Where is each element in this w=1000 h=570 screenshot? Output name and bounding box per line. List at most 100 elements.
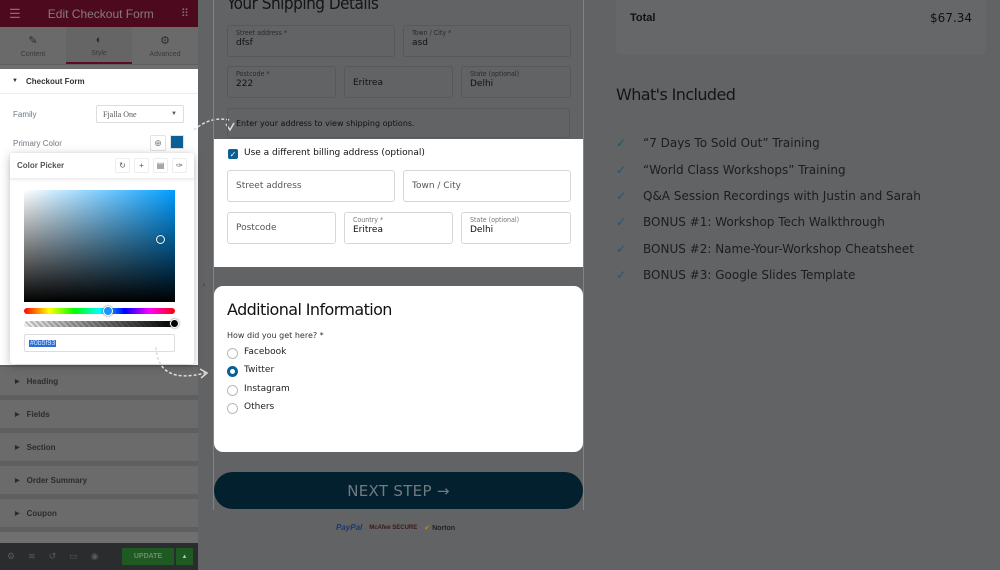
- color-swatch[interactable]: [170, 135, 184, 149]
- radio-facebook[interactable]: [227, 348, 238, 359]
- dashed-arrow-bottom: [155, 346, 209, 379]
- update-button[interactable]: UPDATE: [122, 548, 174, 565]
- radio-label[interactable]: Instagram: [244, 384, 290, 394]
- shipping-postcode-field[interactable]: Postcode * 222: [227, 66, 336, 98]
- caret-down-icon: ▼: [12, 78, 18, 84]
- item-text: BONUS #1: Workshop Tech Walkthrough: [643, 215, 885, 230]
- eyedropper-icon[interactable]: ✑: [172, 158, 187, 173]
- field-label: State (optional): [470, 216, 520, 224]
- shipping-state-field[interactable]: State (optional) Delhi: [461, 66, 571, 98]
- section-header-checkout-form[interactable]: ▼ Checkout Form: [0, 69, 198, 94]
- additional-question: How did you get here? *: [227, 331, 324, 340]
- alpha-handle[interactable]: [170, 319, 179, 328]
- family-row: Family Fjalla One ▼: [13, 105, 184, 123]
- item-text: Q&A Session Recordings with Justin and S…: [643, 188, 921, 203]
- radio-label[interactable]: Others: [244, 402, 274, 412]
- field-value: dfsf: [236, 38, 253, 48]
- hue-slider[interactable]: [24, 308, 175, 314]
- mcafee-badge: McAfee SECURE: [369, 524, 418, 531]
- field-value: Delhi: [470, 225, 494, 235]
- item-text: “7 Days To Sold Out” Training: [643, 136, 820, 151]
- color-picker-header: Color Picker ↻ + ▤ ✑: [10, 153, 194, 179]
- section-fields[interactable]: ▶ Fields: [0, 400, 198, 428]
- gear-icon: ⚙: [160, 34, 170, 47]
- family-label: Family: [13, 109, 37, 119]
- shipping-country-select[interactable]: Eritrea: [344, 66, 453, 98]
- chevron-down-icon: ▼: [171, 111, 177, 117]
- trust-badges: PayPal McAfee SECURE ✔ Norton: [336, 523, 455, 532]
- section-label: Order Summary: [26, 475, 88, 485]
- norton-label: Norton: [432, 524, 456, 532]
- field-label: Town / City *: [412, 29, 452, 37]
- billing-checkbox-label[interactable]: Use a different billing address (optiona…: [244, 148, 425, 158]
- primary-color-row: Primary Color ⊕: [13, 135, 184, 151]
- delete-icon[interactable]: ▤: [153, 158, 168, 173]
- caret-right-icon: ▶: [15, 444, 20, 451]
- shipping-street-field[interactable]: Street address * dfsf: [227, 25, 395, 57]
- preview-icon[interactable]: ◉: [91, 551, 99, 562]
- family-select[interactable]: Fjalla One ▼: [96, 105, 184, 123]
- section-order-summary[interactable]: ▶ Order Summary: [0, 466, 198, 494]
- list-item: ✓ “World Class Workshops” Training: [616, 156, 921, 182]
- billing-checkbox[interactable]: ✓: [228, 149, 238, 159]
- hue-handle[interactable]: [103, 306, 113, 316]
- editor-tabs: ✎ Content ◐ Style ⚙ Advanced: [0, 27, 198, 65]
- tab-style-label: Style: [91, 50, 107, 57]
- alpha-slider[interactable]: [24, 321, 175, 327]
- norton-check-icon: ✔: [424, 524, 431, 532]
- billing-street-input[interactable]: Street address: [227, 170, 395, 202]
- norton-badge: ✔ Norton: [424, 524, 455, 532]
- history-icon[interactable]: ↺: [49, 551, 57, 562]
- saturation-area[interactable]: [24, 190, 175, 302]
- panel-collapse-handle[interactable]: ‹: [199, 276, 209, 292]
- color-picker-title: Color Picker: [17, 161, 65, 170]
- list-item: ✓ BONUS #3: Google Slides Template: [616, 262, 921, 288]
- section-coupon[interactable]: ▶ Coupon: [0, 499, 198, 527]
- layers-icon[interactable]: ≋: [28, 551, 36, 562]
- radio-label[interactable]: Facebook: [244, 347, 286, 357]
- billing-country-select[interactable]: Country * Eritrea: [344, 212, 453, 244]
- family-value: Fjalla One: [103, 109, 137, 119]
- radio-others[interactable]: [227, 403, 238, 414]
- radio-twitter[interactable]: [227, 366, 238, 377]
- field-value: Eritrea: [353, 225, 383, 235]
- primary-color-label: Primary Color: [13, 138, 62, 148]
- pencil-icon: ✎: [28, 34, 38, 47]
- add-icon[interactable]: +: [134, 158, 149, 173]
- field-label: State (optional): [470, 70, 520, 78]
- radio-instagram[interactable]: [227, 385, 238, 396]
- field-value: 222: [236, 79, 254, 89]
- check-icon: ✓: [616, 162, 627, 177]
- responsive-icon[interactable]: ▭: [69, 551, 78, 562]
- globe-icon[interactable]: ⊕: [150, 135, 166, 151]
- tab-style[interactable]: ◐ Style: [66, 27, 132, 64]
- check-icon: ✓: [616, 268, 627, 283]
- section-section[interactable]: ▶ Section: [0, 433, 198, 461]
- saturation-handle[interactable]: [156, 235, 165, 244]
- order-total-card: [616, 0, 986, 55]
- caret-right-icon: ▶: [15, 411, 20, 418]
- included-title: What's Included: [616, 85, 736, 104]
- apps-grid-icon[interactable]: ⠿: [181, 7, 189, 20]
- tab-advanced-label: Advanced: [149, 50, 181, 58]
- check-icon: ✓: [616, 241, 627, 256]
- billing-state-field[interactable]: State (optional) Delhi: [461, 212, 571, 244]
- tab-content[interactable]: ✎ Content: [0, 27, 66, 64]
- tab-advanced[interactable]: ⚙ Advanced: [132, 27, 198, 64]
- editor-topbar: ☰ Edit Checkout Form ⠿: [0, 0, 198, 27]
- reset-icon[interactable]: ↻: [115, 158, 130, 173]
- settings-icon[interactable]: ⚙: [7, 551, 15, 562]
- contrast-icon: ◐: [95, 34, 103, 46]
- field-label: Street address *: [236, 29, 287, 37]
- next-step-button[interactable]: NEXT STEP →: [214, 472, 583, 509]
- check-icon: ✓: [616, 136, 627, 151]
- field-value: asd: [412, 38, 428, 48]
- billing-town-input[interactable]: Town / City: [403, 170, 571, 202]
- caret-right-icon: ▶: [15, 378, 20, 385]
- section-title: Checkout Form: [25, 76, 85, 86]
- update-options-button[interactable]: ▲: [176, 548, 193, 565]
- billing-postcode-input[interactable]: Postcode: [227, 212, 336, 244]
- radio-label[interactable]: Twitter: [244, 365, 274, 375]
- shipping-town-field[interactable]: Town / City * asd: [403, 25, 571, 57]
- hamburger-menu-icon[interactable]: ☰: [9, 6, 21, 22]
